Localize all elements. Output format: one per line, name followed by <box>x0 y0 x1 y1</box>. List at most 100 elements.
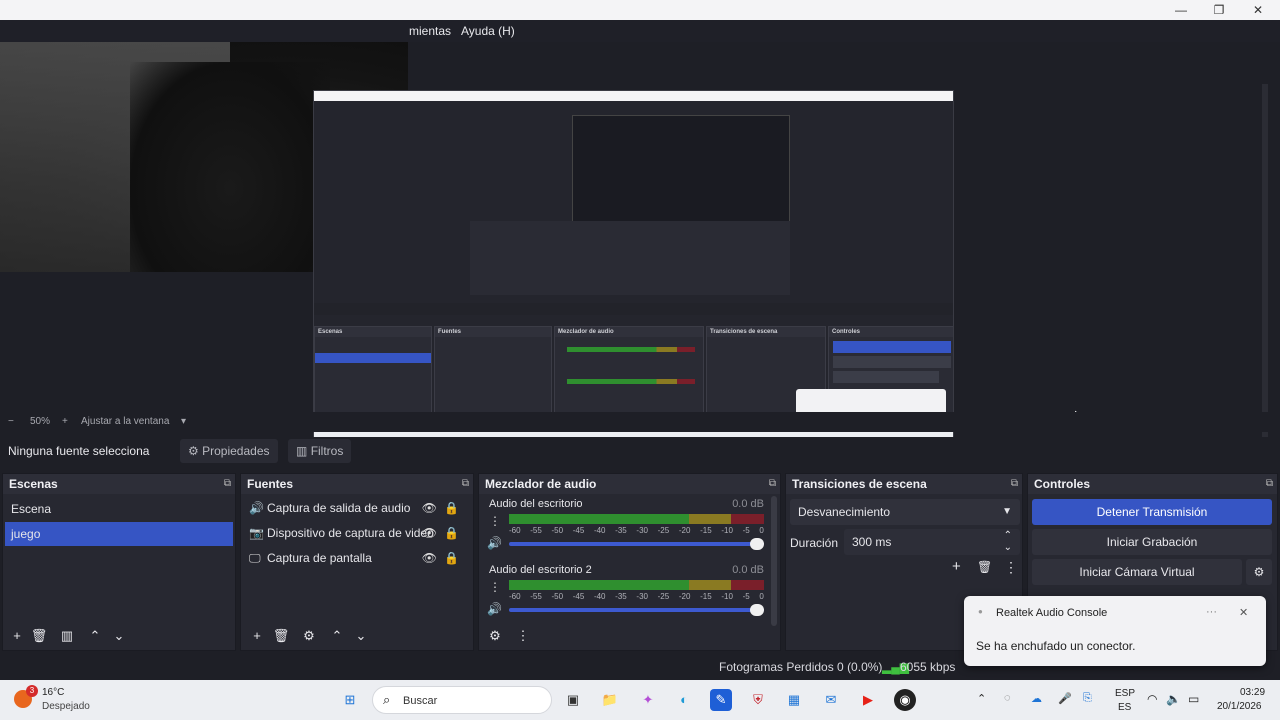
weather-icon[interactable]: 3 <box>14 685 38 710</box>
obs-icon[interactable]: ◉ <box>894 689 916 711</box>
filter-icon[interactable]: ▥ <box>57 628 77 644</box>
undock-icon[interactable]: ⧉ <box>224 474 231 494</box>
arrow-down-icon[interactable]: ⌄ <box>109 628 129 644</box>
preview-canvas[interactable]: Escenas Fuentes Mezclador de audio Trans… <box>0 42 1280 454</box>
zoom-in-button[interactable]: + <box>62 416 68 427</box>
kebab-menu-icon[interactable]: ⋮ <box>489 580 501 594</box>
stop-stream-button[interactable]: Detener Transmisión <box>1032 499 1272 525</box>
clock-time[interactable]: 03:29 <box>1240 687 1265 698</box>
zoom-dropdown-icon[interactable]: ▾ <box>181 416 186 427</box>
close-icon[interactable]: ✕ <box>1239 606 1248 619</box>
scene-item-selected[interactable]: juego <box>5 522 233 546</box>
zoom-fit-label[interactable]: Ajustar a la ventana <box>81 416 169 427</box>
lock-icon[interactable]: 🔒 <box>444 496 459 520</box>
meter-tick-label: -20 <box>678 526 691 535</box>
start-virtual-camera-button[interactable]: Iniciar Cámara Virtual <box>1032 559 1242 585</box>
copilot-icon[interactable]: ✦ <box>637 689 659 711</box>
zoom-out-button[interactable]: − <box>8 416 14 427</box>
arrow-up-icon[interactable]: ⌃ <box>85 628 105 644</box>
store-icon[interactable]: ▦ <box>783 689 805 711</box>
add-icon[interactable]: + <box>952 558 961 575</box>
keyboard-layout[interactable]: ES <box>1118 702 1131 713</box>
outlook-icon[interactable]: ✉ <box>820 689 842 711</box>
meter-ticks: -60 -55 -50 -45 -40 -35 -30 -25 -20 -15 -10 -5 0 <box>509 526 764 536</box>
undock-icon[interactable]: ⧉ <box>1011 474 1018 494</box>
minimize-button[interactable]: — <box>1166 2 1196 18</box>
scene-item[interactable]: Escena <box>5 497 233 521</box>
battery-icon[interactable]: ▭ <box>1188 692 1199 706</box>
windows-start-icon[interactable]: ⊞ <box>339 689 361 711</box>
add-icon[interactable]: + <box>247 628 267 643</box>
remote-icon[interactable]: ⎘ <box>1083 692 1092 705</box>
kebab-menu-icon[interactable]: ⋮ <box>489 514 501 528</box>
undock-icon[interactable]: ⧉ <box>1266 474 1273 494</box>
tray-app-icon[interactable]: ◌ <box>1004 692 1011 704</box>
properties-button[interactable]: ⚙ Propiedades <box>180 439 278 463</box>
transition-select[interactable]: Desvanecimiento ▼ <box>790 499 1020 525</box>
eye-icon[interactable]: 👁 <box>422 546 437 570</box>
chevron-up-icon[interactable]: ⌃ <box>977 692 986 705</box>
gear-icon[interactable]: ⚙ <box>485 628 505 644</box>
speaker-icon[interactable]: 🔊 <box>487 536 502 550</box>
menu-item-tools[interactable]: mientas <box>409 24 451 38</box>
more-options-icon[interactable]: ··· <box>1206 606 1217 618</box>
meter-tick-label: -10 <box>721 592 733 601</box>
kebab-menu-icon[interactable]: ⋮ <box>1004 559 1018 576</box>
kebab-menu-icon[interactable]: ⋮ <box>513 628 533 644</box>
meter-ticks: -60 -55 -50 -45 -40 -35 -30 -25 -20 -15 -10 -5 0 <box>509 592 764 602</box>
virtual-camera-settings-button[interactable]: ⚙ <box>1246 559 1272 585</box>
task-view-icon[interactable]: ▣ <box>562 689 584 711</box>
volume-slider[interactable] <box>509 538 764 550</box>
source-item[interactable]: 🖵 Captura de pantalla 👁 🔒 <box>247 546 467 570</box>
source-label: Captura de salida de audio <box>267 501 411 515</box>
wifi-icon[interactable]: ◠ <box>1147 692 1157 706</box>
source-item[interactable]: 🔊 Captura de salida de audio 👁 🔒 <box>247 496 467 520</box>
taskbar-search[interactable]: ⌕ Buscar <box>372 686 552 714</box>
scenes-dock: Escenas ⧉ Escena juego + 🗑 ▥ ⌃ ⌄ <box>2 473 236 651</box>
volume-icon[interactable]: 🔈 <box>1166 692 1181 706</box>
filters-button[interactable]: ▥ Filtros <box>288 439 352 463</box>
preview-scrollbar[interactable] <box>1262 84 1268 454</box>
file-explorer-icon[interactable]: 📁 <box>599 689 621 711</box>
arrow-down-icon[interactable]: ⌄ <box>351 628 371 644</box>
close-button[interactable]: ✕ <box>1243 2 1273 18</box>
maximize-button[interactable]: ❐ <box>1204 2 1234 18</box>
channel-name: Audio del escritorio <box>489 498 583 510</box>
eye-icon[interactable]: 👁 <box>422 521 437 545</box>
chevron-down-icon[interactable]: ⌄ <box>1004 535 1012 561</box>
gear-icon[interactable]: ⚙ <box>299 628 319 644</box>
volume-slider[interactable] <box>509 604 764 616</box>
meter-tick-label: -40 <box>593 592 606 601</box>
lock-icon[interactable]: 🔒 <box>444 546 459 570</box>
duration-spinbox[interactable]: 300 ms ⌃ ⌄ <box>844 529 1020 555</box>
app-icon: ● <box>978 607 983 616</box>
source-item[interactable]: 📷 Dispositivo de captura de video 👁 🔒 <box>247 521 467 545</box>
cloud-icon[interactable]: ☁ <box>1031 692 1042 705</box>
search-icon: ⌕ <box>383 692 391 707</box>
volume-knob[interactable] <box>750 538 764 550</box>
add-icon[interactable]: + <box>7 628 27 643</box>
shield-icon[interactable]: ⛨ <box>747 689 769 711</box>
language-code[interactable]: ESP <box>1115 688 1135 699</box>
meter-tick-label: -60 <box>509 526 521 535</box>
clock-date[interactable]: 20/1/2026 <box>1217 701 1262 712</box>
app-icon[interactable]: ✎ <box>710 689 732 711</box>
speaker-icon[interactable]: 🔊 <box>487 602 502 616</box>
microphone-icon[interactable]: 🎤 <box>1058 692 1072 705</box>
trash-icon[interactable]: 🗑 <box>271 628 291 644</box>
undock-icon[interactable]: ⧉ <box>462 474 469 494</box>
eye-icon[interactable]: 👁 <box>422 496 437 520</box>
trash-icon[interactable]: 🗑 <box>29 628 49 644</box>
menu-item-help[interactable]: Ayuda (H) <box>461 24 515 38</box>
notification-toast[interactable]: ● Realtek Audio Console ··· ✕ Se ha ench… <box>964 596 1266 666</box>
weather-desc: Despejado <box>42 701 90 712</box>
undock-icon[interactable]: ⧉ <box>769 474 776 494</box>
youtube-icon[interactable]: ▶ <box>857 689 879 711</box>
volume-knob[interactable] <box>750 604 764 616</box>
arrow-up-icon[interactable]: ⌃ <box>327 628 347 644</box>
mixer-scrollbar[interactable] <box>771 496 777 626</box>
lock-icon[interactable]: 🔒 <box>444 521 459 545</box>
trash-icon[interactable]: 🗑 <box>977 560 992 574</box>
edge-icon[interactable]: ◐ <box>673 689 695 711</box>
start-recording-button[interactable]: Iniciar Grabación <box>1032 529 1272 555</box>
